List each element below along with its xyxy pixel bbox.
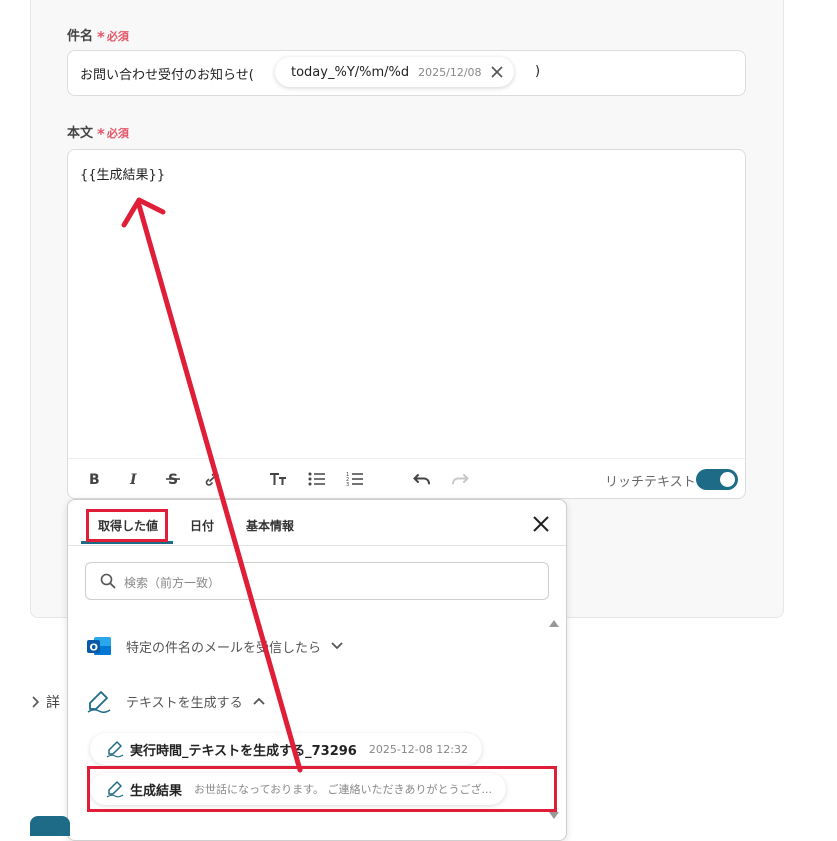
strikethrough-icon[interactable]: S: [163, 469, 183, 489]
scroll-down-arrow[interactable]: [549, 812, 559, 819]
rich-text-toggle[interactable]: [696, 469, 738, 490]
value-item-execution-time[interactable]: 実行時間_テキストを生成する_73296 2025-12-08 12:32: [90, 733, 482, 765]
item-name: 実行時間_テキストを生成する_73296: [130, 743, 357, 759]
body-editor[interactable]: {{生成結果}} B I S 123 リッチテキスト: [67, 149, 746, 499]
text-size-icon[interactable]: [268, 469, 288, 489]
toggle-knob: [720, 472, 735, 487]
group-generate-text[interactable]: テキストを生成する: [86, 686, 265, 716]
details-label: 詳: [46, 695, 60, 711]
subject-suffix-text: ): [535, 64, 541, 79]
bullet-list-icon[interactable]: [307, 469, 327, 489]
svg-text:3: 3: [346, 482, 349, 487]
group-outlook-trigger[interactable]: O 特定の件名のメールを受信したら: [86, 631, 343, 661]
rich-text-label: リッチテキスト: [605, 475, 696, 490]
editor-toolbar: B I S 123 リッチテキスト: [68, 458, 745, 499]
body-content: {{生成結果}}: [80, 168, 166, 183]
chevron-right-icon: [32, 696, 40, 708]
svg-text:B: B: [89, 472, 100, 487]
scroll-up-arrow[interactable]: [549, 620, 559, 627]
chip-date: 2025/12/08: [418, 65, 482, 79]
svg-text:I: I: [129, 472, 137, 487]
tab-date[interactable]: 日付: [190, 517, 214, 534]
bold-icon[interactable]: B: [84, 469, 104, 489]
numbered-list-icon[interactable]: 123: [345, 469, 365, 489]
italic-icon[interactable]: I: [124, 469, 144, 489]
required-badge: * 必須: [97, 125, 129, 143]
svg-text:O: O: [90, 643, 99, 654]
subject-prefix-text: お問い合わせ受付のお知らせ(: [80, 68, 254, 83]
redo-icon[interactable]: [450, 469, 470, 489]
group-label: テキストを生成する: [126, 695, 243, 711]
search-input[interactable]: 検索（前方一致）: [85, 562, 549, 600]
panel-tabs: 取得した値 日付 基本情報: [68, 500, 566, 546]
tab-basic-info[interactable]: 基本情報: [246, 517, 294, 534]
chevron-up-icon: [252, 697, 265, 705]
close-icon[interactable]: [532, 515, 550, 533]
search-icon: [100, 573, 116, 589]
required-badge: * 必須: [97, 28, 129, 46]
details-toggle[interactable]: 詳: [32, 692, 60, 712]
subject-input[interactable]: お問い合わせ受付のお知らせ( today_%Y/%m/%d 2025/12/08…: [67, 50, 746, 96]
item-value: 2025-12-08 12:32: [368, 742, 468, 756]
pen-icon: [87, 691, 111, 713]
bottom-action-button[interactable]: [30, 816, 70, 836]
highlight-box-item: [87, 766, 557, 812]
pen-icon: [106, 741, 124, 758]
chip-label: today_%Y/%m/%d: [291, 64, 410, 80]
date-variable-chip[interactable]: today_%Y/%m/%d 2025/12/08: [275, 57, 514, 87]
search-placeholder: 検索（前方一致）: [124, 576, 221, 590]
highlight-box-tab: [86, 509, 168, 542]
subject-label: 件名 * 必須: [67, 28, 129, 46]
body-label: 本文 * 必須: [67, 125, 129, 143]
close-icon[interactable]: [490, 65, 504, 79]
chevron-down-icon: [331, 642, 343, 650]
group-label: 特定の件名のメールを受信したら: [126, 640, 322, 656]
link-icon[interactable]: [202, 469, 222, 489]
outlook-icon: O: [87, 637, 111, 655]
value-picker-panel: 取得した値 日付 基本情報 検索（前方一致） O 特定の件名のメールを受信したら…: [67, 499, 567, 841]
undo-icon[interactable]: [412, 469, 432, 489]
